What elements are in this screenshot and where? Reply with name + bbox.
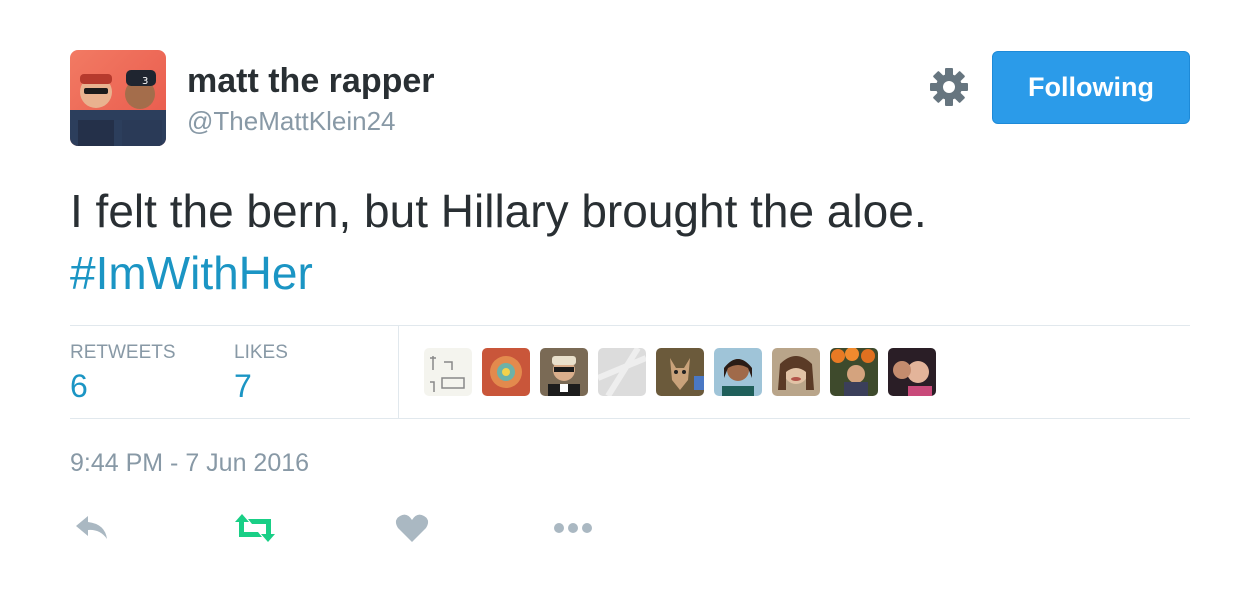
- liker-avatar[interactable]: [540, 348, 588, 396]
- divider: [70, 325, 1190, 326]
- like-icon[interactable]: [394, 510, 434, 546]
- gear-icon[interactable]: [928, 66, 970, 108]
- user-handle[interactable]: @TheMattKlein24: [187, 106, 396, 137]
- liker-avatar[interactable]: [482, 348, 530, 396]
- user-avatar[interactable]: 3: [70, 50, 166, 146]
- retweet-icon[interactable]: [234, 510, 275, 546]
- liker-avatar[interactable]: [424, 348, 472, 396]
- hashtag-link[interactable]: #ImWithHer: [70, 242, 1170, 304]
- liker-avatar[interactable]: [772, 348, 820, 396]
- liker-avatar[interactable]: [714, 348, 762, 396]
- likes-count[interactable]: 7: [234, 368, 252, 405]
- stats-divider: [398, 325, 399, 418]
- liker-avatar[interactable]: [598, 348, 646, 396]
- liker-avatar[interactable]: [888, 348, 936, 396]
- divider: [70, 418, 1190, 419]
- tweet-text: I felt the bern, but Hillary brought the…: [70, 180, 1170, 304]
- retweets-label: RETWEETS: [70, 342, 176, 363]
- reply-icon[interactable]: [72, 510, 112, 546]
- tweet-timestamp[interactable]: 9:44 PM - 7 Jun 2016: [70, 449, 309, 478]
- display-name[interactable]: matt the rapper: [187, 62, 435, 101]
- retweets-count[interactable]: 6: [70, 368, 88, 405]
- liker-avatar[interactable]: [830, 348, 878, 396]
- tweet-body: I felt the bern, but Hillary brought the…: [70, 185, 927, 237]
- svg-text:3: 3: [142, 76, 148, 87]
- following-button[interactable]: Following: [992, 51, 1190, 124]
- liker-avatar[interactable]: [656, 348, 704, 396]
- likes-label: LIKES: [234, 342, 288, 363]
- liker-avatars: [424, 348, 936, 396]
- more-icon[interactable]: [552, 510, 592, 546]
